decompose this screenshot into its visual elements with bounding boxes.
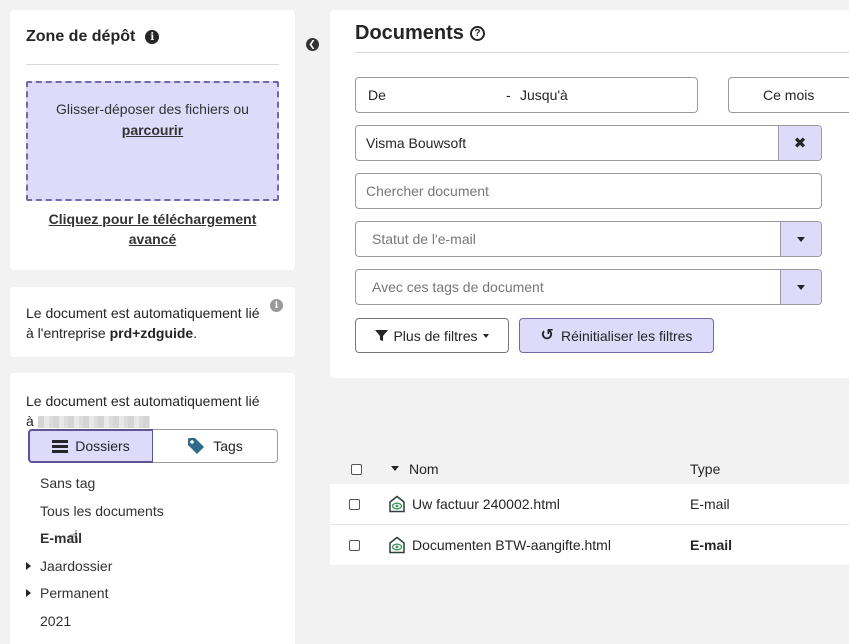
document-tags-placeholder: Avec ces tags de document xyxy=(372,279,544,295)
column-header-type[interactable]: Type xyxy=(690,461,720,477)
expand-permanent-icon[interactable] xyxy=(26,589,31,597)
email-document-icon xyxy=(389,495,405,513)
documents-header: Documents ? xyxy=(355,22,485,45)
chevron-left-icon: ❮ xyxy=(308,39,316,49)
tab-dossiers[interactable]: Dossiers xyxy=(28,429,153,463)
drop-zone[interactable]: Glisser-déposer des fichiers ou parcouri… xyxy=(26,81,279,201)
info-icon[interactable]: i xyxy=(270,299,283,312)
reset-icon: ↺ xyxy=(540,326,554,344)
company-filter-value: Visma Bouwsoft xyxy=(366,135,467,151)
chevron-down-icon xyxy=(797,284,805,290)
company-notice-suffix: . xyxy=(193,325,198,341)
chevron-down-icon xyxy=(482,333,489,338)
close-icon: ✖ xyxy=(793,135,807,152)
folders-notice-prefix: à xyxy=(26,413,34,429)
advanced-upload-link[interactable]: Cliquez pour le téléchargement avancé xyxy=(26,209,279,249)
company-name: prd+zdguide xyxy=(109,325,194,341)
upload-card: Zone de dépôt i Glisser-déposer des fich… xyxy=(10,10,295,270)
document-tags-dropdown-button[interactable] xyxy=(780,270,821,304)
folders-notice-line2: à xyxy=(26,411,286,431)
advanced-upload-line2: avancé xyxy=(128,231,177,247)
expand-jaardossier-icon[interactable] xyxy=(26,562,31,570)
clear-company-button[interactable]: ✖ xyxy=(778,126,821,160)
redacted-name xyxy=(37,416,150,429)
chevron-down-icon xyxy=(797,236,805,242)
hand-cursor-icon: ☝ xyxy=(68,527,79,547)
date-from-label: De xyxy=(368,87,386,103)
page-title: Documents xyxy=(355,22,464,44)
folder-item-permanent[interactable]: Permanent xyxy=(40,585,108,601)
collapse-sidebar-button[interactable]: ❮ xyxy=(306,38,319,51)
email-status-dropdown-button[interactable] xyxy=(780,222,821,256)
table-row[interactable]: Documenten BTW-aangifte.html E-mail xyxy=(330,525,849,565)
tag-icon xyxy=(188,438,205,454)
tab-tags[interactable]: Tags xyxy=(153,429,278,463)
more-filters-button[interactable]: Plus de filtres xyxy=(355,318,509,353)
search-document-placeholder: Chercher document xyxy=(366,183,489,199)
company-filter-field[interactable]: Visma Bouwsoft ✖ xyxy=(355,125,822,161)
column-header-name[interactable]: Nom xyxy=(409,461,439,477)
document-type: E-mail xyxy=(690,537,733,553)
date-range-field[interactable]: De - Jusqu'à xyxy=(355,77,698,113)
reset-filters-label: Réinitialiser les filtres xyxy=(560,327,693,344)
email-document-icon xyxy=(389,536,405,554)
table-header: Nom Type xyxy=(330,452,849,484)
sort-desc-icon[interactable] xyxy=(391,466,399,471)
upload-header: Zone de dépôt i xyxy=(26,28,160,46)
browse-link[interactable]: parcourir xyxy=(28,120,277,141)
company-notice-card: Le document est automatiquement lié à l'… xyxy=(10,287,295,357)
email-status-placeholder: Statut de l'e-mail xyxy=(372,231,476,247)
company-notice-prefix: à l'entreprise xyxy=(26,325,110,341)
list-icon xyxy=(52,439,69,453)
select-all-checkbox[interactable] xyxy=(351,464,362,475)
filter-icon xyxy=(375,330,389,341)
reset-filters-button[interactable]: ↺ Réinitialiser les filtres xyxy=(519,318,714,353)
info-icon[interactable]: i xyxy=(145,30,160,44)
document-name[interactable]: Documenten BTW-aangifte.html xyxy=(412,537,611,553)
divider xyxy=(355,52,849,53)
document-tags-select[interactable]: Avec ces tags de document xyxy=(355,269,822,305)
date-separator: - xyxy=(506,87,511,103)
document-type: E-mail xyxy=(690,496,730,512)
folders-notice-text: Le document est automatiquement lié à xyxy=(26,391,286,431)
folder-item-2021[interactable]: 2021 xyxy=(40,613,71,629)
document-name[interactable]: Uw factuur 240002.html xyxy=(412,496,560,512)
divider xyxy=(26,64,279,65)
company-notice-text: Le document est automatiquement lié à l'… xyxy=(26,303,286,343)
row-checkbox[interactable] xyxy=(349,499,360,510)
company-notice-line1: Le document est automatiquement lié xyxy=(26,305,260,321)
date-to-label: Jusqu'à xyxy=(520,87,568,103)
folder-item-sans-tag[interactable]: Sans tag xyxy=(40,475,95,491)
folder-item-tous-les-documents[interactable]: Tous les documents xyxy=(40,503,164,519)
upload-title: Zone de dépôt xyxy=(26,28,136,45)
search-document-input[interactable]: Chercher document xyxy=(355,173,822,209)
company-notice-line2: à l'entreprise prd+zdguide. xyxy=(26,323,286,343)
period-button-label: Ce mois xyxy=(763,87,815,103)
drop-zone-text: Glisser-déposer des fichiers ou xyxy=(56,101,249,117)
tab-dossiers-label: Dossiers xyxy=(75,438,130,454)
more-filters-label: Plus de filtres xyxy=(393,327,478,344)
tab-tags-label: Tags xyxy=(213,438,243,454)
table-row[interactable]: Uw factuur 240002.html E-mail xyxy=(330,484,849,524)
help-icon[interactable]: ? xyxy=(469,26,485,41)
period-button[interactable]: Ce mois xyxy=(728,77,849,113)
folders-notice-line1: Le document est automatiquement lié xyxy=(26,393,260,409)
folder-item-jaardossier[interactable]: Jaardossier xyxy=(40,558,112,574)
row-checkbox[interactable] xyxy=(349,540,360,551)
advanced-upload-line1: Cliquez pour le téléchargement xyxy=(48,211,257,227)
email-status-select[interactable]: Statut de l'e-mail xyxy=(355,221,822,257)
